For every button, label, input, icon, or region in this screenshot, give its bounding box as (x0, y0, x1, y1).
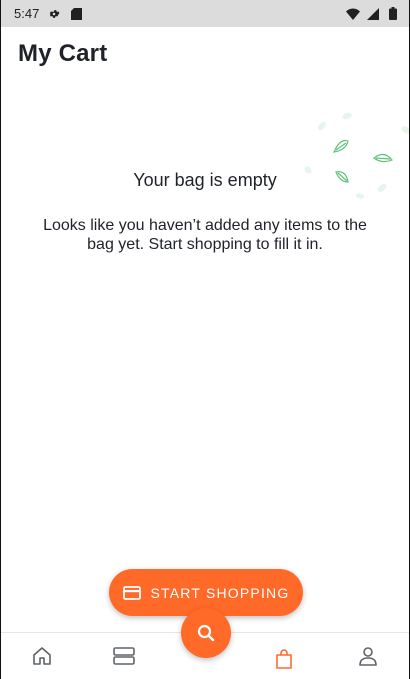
wifi-icon (346, 7, 360, 21)
empty-cart-heading: Your bag is empty (133, 170, 277, 190)
status-bar-left: 5:47 (14, 6, 83, 21)
nav-item-home[interactable] (29, 643, 55, 669)
shopping-bag-icon (273, 648, 295, 670)
nav-item-bag[interactable] (271, 646, 297, 672)
home-icon (31, 645, 53, 667)
search-icon (196, 623, 216, 643)
battery-icon (386, 7, 400, 21)
empty-cart-message: Looks like you haven’t added any items t… (43, 217, 367, 253)
nav-item-categories[interactable] (111, 643, 137, 669)
person-icon (357, 645, 379, 667)
settings-icon (47, 7, 61, 21)
status-time: 5:47 (14, 6, 40, 21)
start-shopping-label: START SHOPPING (150, 584, 290, 601)
status-bar: 5:47 (0, 0, 410, 27)
search-fab[interactable] (181, 608, 231, 658)
page-title: My Cart (18, 40, 108, 67)
sd-card-icon (69, 7, 83, 21)
status-bar-right (346, 7, 400, 21)
nav-item-profile[interactable] (355, 643, 381, 669)
card-icon (122, 585, 141, 600)
categories-icon (112, 645, 136, 667)
signal-icon (366, 7, 380, 21)
